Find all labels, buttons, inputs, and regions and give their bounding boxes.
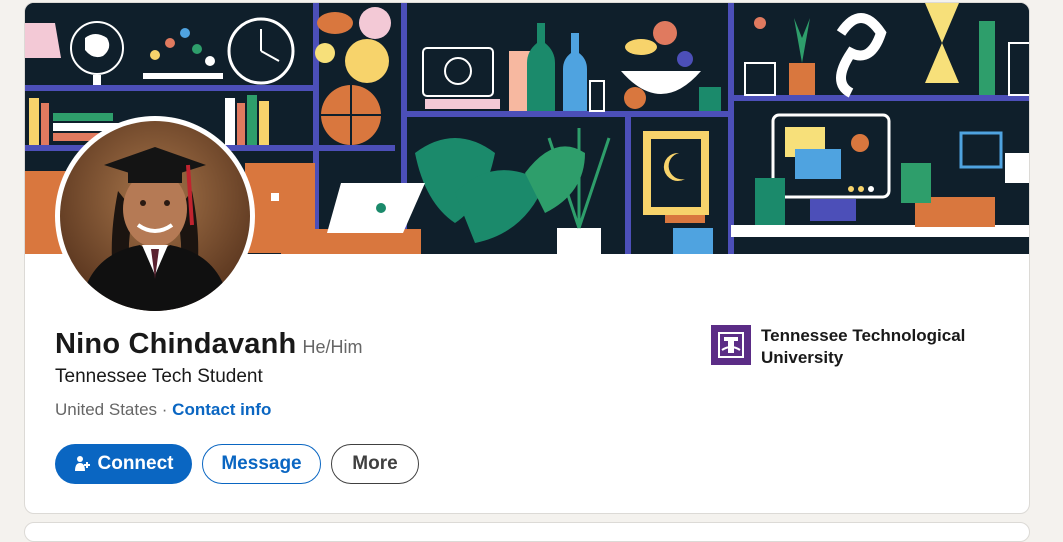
education-org-name[interactable]: Tennessee Technological University xyxy=(761,325,971,369)
profile-card: Nino Chindavanh He/Him Tennessee Tech St… xyxy=(24,2,1030,514)
profile-photo[interactable] xyxy=(60,121,250,311)
profile-actions: Connect Message More xyxy=(55,444,419,484)
location-row: United States · Contact info xyxy=(55,400,271,420)
profile-location: United States xyxy=(55,400,158,419)
more-button[interactable]: More xyxy=(331,444,419,484)
location-separator: · xyxy=(157,400,173,419)
add-person-icon xyxy=(74,456,90,471)
connect-button[interactable]: Connect xyxy=(55,444,192,484)
graduate-portrait-image xyxy=(60,121,250,311)
name-row: Nino Chindavanh He/Him xyxy=(55,328,362,361)
contact-info-link[interactable]: Contact info xyxy=(172,400,271,419)
education-entry[interactable]: Tennessee Technological University xyxy=(711,325,971,369)
university-logo-icon xyxy=(711,325,751,365)
profile-photo-frame[interactable] xyxy=(55,116,255,316)
message-button[interactable]: Message xyxy=(202,444,321,484)
university-crest-icon xyxy=(718,332,744,358)
connect-label: Connect xyxy=(97,453,174,474)
profile-headline: Tennessee Tech Student xyxy=(55,366,263,387)
next-section-card xyxy=(24,522,1030,542)
profile-pronouns: He/Him xyxy=(302,337,363,357)
profile-name: Nino Chindavanh xyxy=(55,328,297,360)
